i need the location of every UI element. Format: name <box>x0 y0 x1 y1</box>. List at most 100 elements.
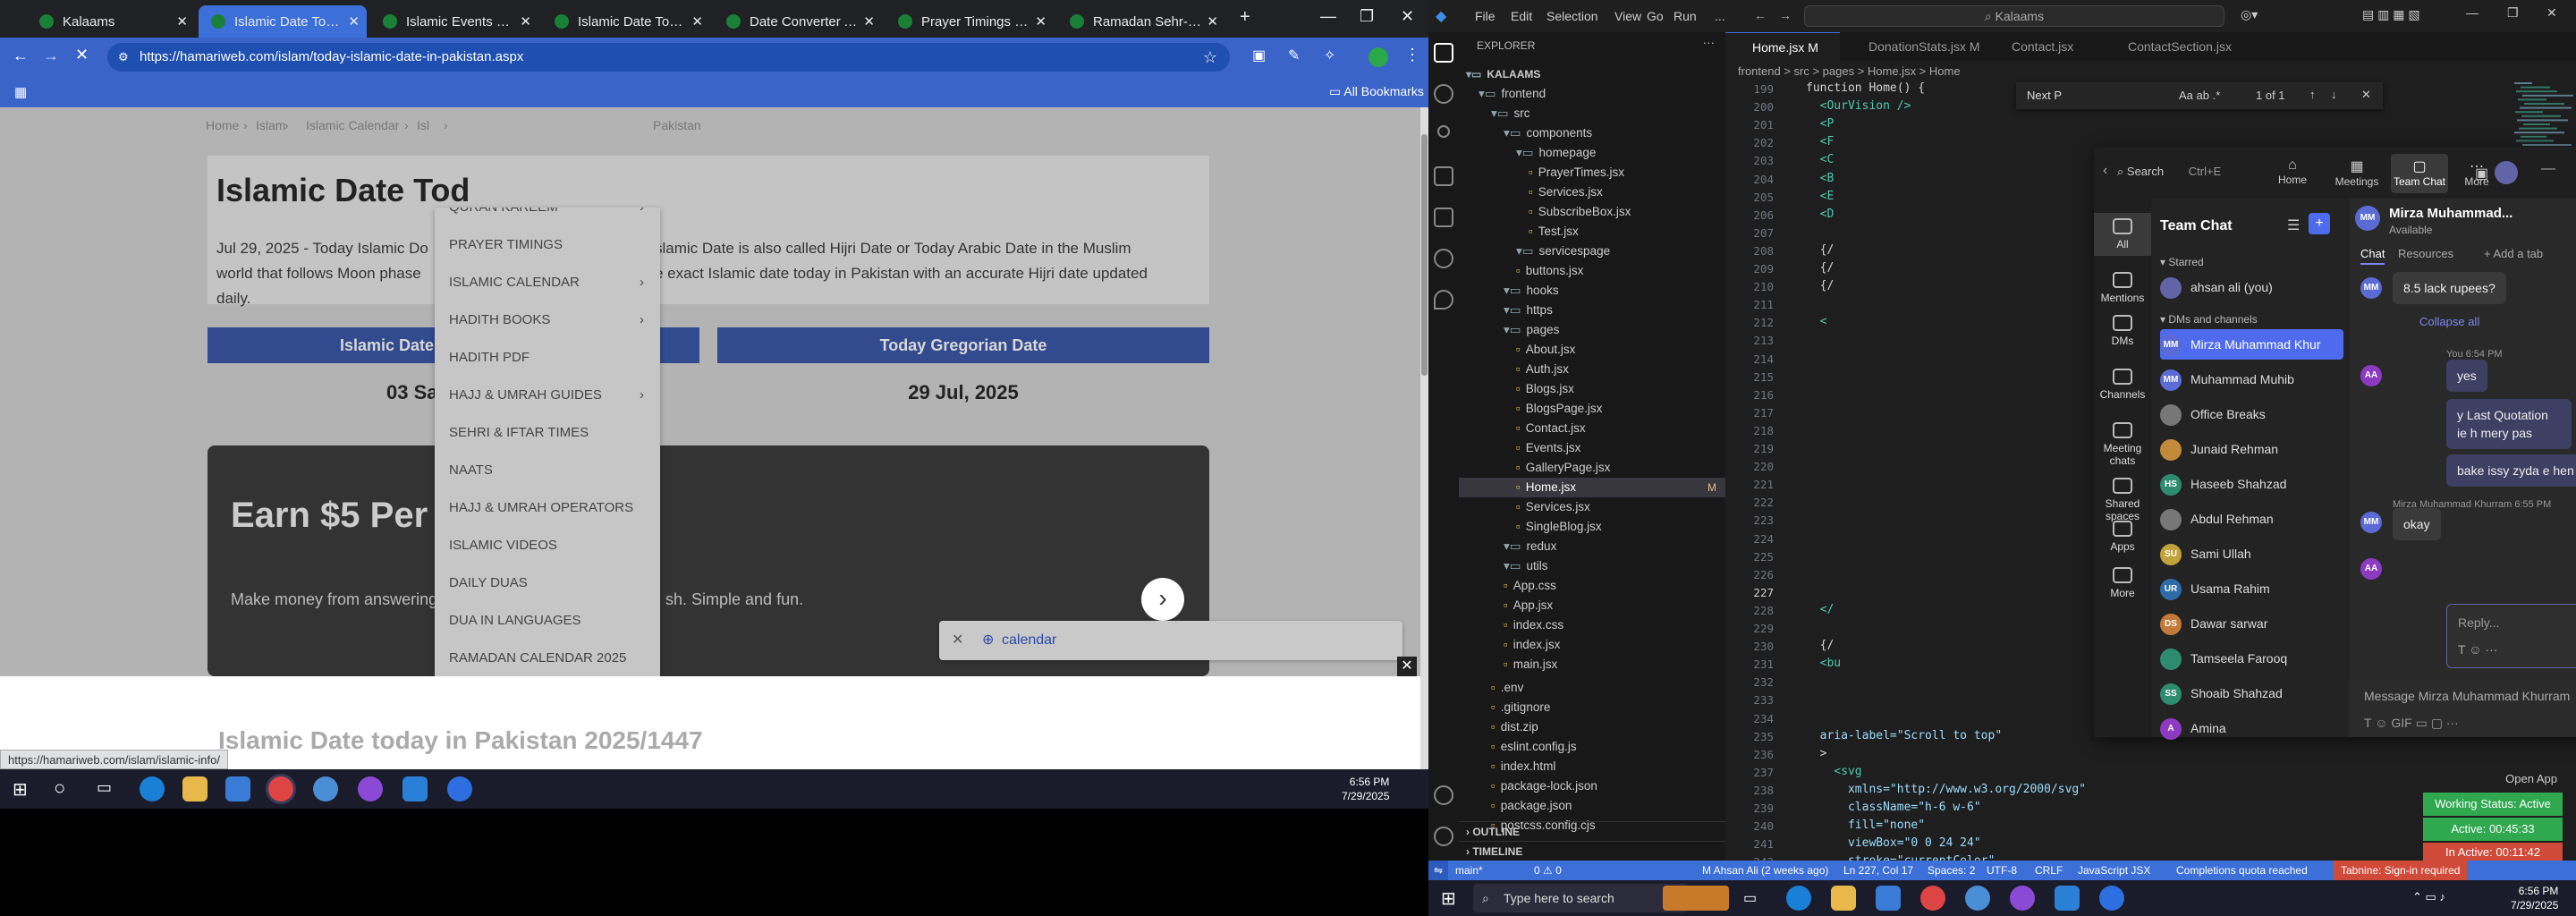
editor-tab[interactable]: Home.jsx M <box>1725 32 1840 61</box>
taskbar-search[interactable]: ⌕ Type here to search <box>1473 884 1688 912</box>
message-bubble[interactable]: y Last Quotation ie h mery pas <box>2446 399 2572 449</box>
git-blame[interactable]: M Ahsan Ali (2 weeks ago) <box>1702 861 1828 880</box>
tree-item[interactable]: ▫ SubscribeBox.jsx <box>1459 202 1725 222</box>
tree-item[interactable]: ▾▭ src <box>1459 104 1725 123</box>
find-prev-icon[interactable]: ↑ <box>2309 88 2316 101</box>
breadcrumb-link[interactable]: Islam <box>256 118 285 132</box>
menu-4[interactable]: Go <box>1647 9 1664 23</box>
zoom-icon[interactable] <box>447 776 472 802</box>
starred-header[interactable]: ▾ Starred <box>2160 256 2204 268</box>
search-icon[interactable] <box>1434 84 1453 104</box>
collapse-all[interactable]: Collapse all <box>2419 313 2479 331</box>
menu-item[interactable]: HAJJ & UMRAH OPERATORS <box>449 490 646 526</box>
menu-3[interactable]: View <box>1614 9 1641 23</box>
menu-item[interactable]: ISLAMIC VIDEOS <box>449 528 646 564</box>
tree-item[interactable]: ▾▭ homepage <box>1459 143 1725 163</box>
account-icon[interactable] <box>1434 785 1453 805</box>
tabnine[interactable]: Tabnine: Sign-in required <box>2334 861 2468 880</box>
find-options-icon[interactable]: Aa ab .* <box>2179 89 2220 102</box>
menu-2[interactable]: Selection <box>1546 9 1598 23</box>
close-icon[interactable]: ✕ <box>952 621 963 660</box>
settings-gear-icon[interactable] <box>1434 827 1453 846</box>
file-explorer-icon[interactable] <box>182 776 208 802</box>
starred-item[interactable]: ahsan ali (you) <box>2160 272 2343 302</box>
clock-right[interactable]: 6:56 PM 7/29/2025 <box>2511 884 2558 912</box>
branch[interactable]: main* <box>1455 861 1483 880</box>
close-window-icon[interactable]: ✕ <box>2546 5 2557 21</box>
tree-item[interactable]: ▫ .env <box>1459 678 1725 698</box>
tree-item[interactable]: ▫ Contact.jsx <box>1459 419 1725 438</box>
all-bookmarks[interactable]: ▭ All Bookmarks <box>1329 84 1424 99</box>
tree-item[interactable]: ▾▭ utils <box>1459 556 1725 576</box>
tab-close-icon[interactable]: ✕ <box>520 13 531 30</box>
contact-item[interactable]: MM Mirza Muhammad Khur <box>2160 329 2343 360</box>
tree-item[interactable]: ▫ Events.jsx <box>1459 438 1725 458</box>
rail-item[interactable]: Mentions <box>2094 272 2151 304</box>
menu-item[interactable]: HADITH PDF <box>449 340 646 376</box>
calendar-search-chip[interactable]: ✕ ⊕ calendar <box>939 621 1402 660</box>
puzzle-icon[interactable]: ✧ <box>1324 47 1335 64</box>
compose-tools-icon[interactable]: T ☺ GIF ▭ ▢ ··· <box>2364 716 2459 731</box>
close-ad-icon[interactable]: ✕ <box>1397 657 1417 676</box>
tray-icons[interactable]: ⌃ ▭ ♪ <box>2412 890 2445 904</box>
tree-item[interactable]: ▾▭ frontend <box>1459 84 1725 104</box>
layout-icon[interactable]: ▤ ▥ ▦ ▧ <box>2362 7 2420 22</box>
forward-icon[interactable]: → <box>43 47 59 65</box>
new-tab-icon[interactable]: + <box>1240 7 1250 28</box>
github-icon[interactable] <box>358 776 383 802</box>
tree-item[interactable]: ▫ SingleBlog.jsx <box>1459 517 1725 537</box>
maximize-icon[interactable]: ❐ <box>1360 7 1374 26</box>
command-search[interactable]: ⌕ Kalaams <box>1804 5 2224 27</box>
edge-icon[interactable] <box>140 776 165 802</box>
breadcrumb-link[interactable]: Home <box>206 118 239 132</box>
tiger-widget-image[interactable] <box>1663 886 1729 911</box>
contact-item[interactable]: Office Breaks <box>2160 399 2343 429</box>
dms-header[interactable]: ▾ DMs and channels <box>2160 313 2258 326</box>
tab-close-icon[interactable]: ✕ <box>1207 13 1218 30</box>
tree-item[interactable]: ▫ index.html <box>1459 757 1725 776</box>
windows-start-icon[interactable]: ⊞ <box>13 778 28 801</box>
new-chat-icon[interactable]: + <box>2309 213 2330 234</box>
menu-item[interactable]: NAATS <box>449 453 646 488</box>
menu-item[interactable]: HADITH BOOKS › <box>449 302 646 338</box>
back-icon[interactable]: ‹ <box>2103 163 2107 179</box>
timeline-section[interactable]: › TIMELINE <box>1459 841 1725 861</box>
file-explorer-icon[interactable] <box>1831 886 1856 911</box>
find-input[interactable]: Next P <box>2027 89 2161 102</box>
copilot-icon[interactable] <box>313 776 338 802</box>
chat-tab[interactable]: + Add a tab <box>2484 247 2543 260</box>
cursor-position[interactable]: Ln 227, Col 17 <box>1843 861 1913 880</box>
menu-item[interactable]: DAILY DUAS <box>449 565 646 601</box>
rail-item[interactable]: Shared spaces <box>2094 478 2151 522</box>
tree-item[interactable]: ▫ App.jsx <box>1459 596 1725 615</box>
search-icon[interactable]: ○ <box>54 776 65 800</box>
rail-item[interactable]: Apps <box>2094 521 2151 553</box>
open-app-label[interactable]: Open App <box>2423 768 2557 791</box>
tab-close-icon[interactable]: ✕ <box>1035 13 1046 30</box>
tree-item[interactable]: ▫ Home.jsx M <box>1459 478 1725 497</box>
vscode-icon[interactable] <box>2055 886 2080 911</box>
browser-tab[interactable]: Prayer Timings - Islam ✕ <box>886 5 1054 38</box>
breadcrumb-link[interactable]: Islamic Calendar <box>306 118 399 132</box>
teams-nav-2[interactable]: ▢ Team Chat <box>2391 154 2448 193</box>
menu-1[interactable]: Edit <box>1511 9 1532 23</box>
page-scrollbar[interactable] <box>1420 107 1428 769</box>
menu-item[interactable]: DUA IN LANGUAGES <box>449 603 646 639</box>
message-bubble[interactable]: yes <box>2446 360 2487 392</box>
contact-item[interactable]: SU Sami Ullah <box>2160 539 2343 569</box>
eol[interactable]: CRLF <box>2035 861 2063 880</box>
menu-item[interactable]: HAJJ & UMRAH GUIDES › <box>449 377 646 413</box>
source-control-icon[interactable] <box>1437 125 1450 138</box>
find-close-icon[interactable]: ✕ <box>2361 88 2371 102</box>
editor-tab[interactable]: ContactSection.jsx <box>2101 32 2253 61</box>
editor-tab[interactable]: DonationStats.jsx M <box>1842 32 1980 61</box>
tree-item[interactable]: ▫ eslint.config.js <box>1459 737 1725 757</box>
menu-item[interactable]: PRAYER TIMINGS <box>449 227 646 263</box>
contact-item[interactable]: A Amina <box>2160 713 2343 743</box>
menu-5[interactable]: Run <box>1674 9 1697 23</box>
forward-arrow-icon[interactable]: → <box>1779 8 1792 22</box>
minimize-icon[interactable]: — <box>2466 5 2479 20</box>
tree-item[interactable]: ▫ Services.jsx <box>1459 497 1725 517</box>
problems[interactable]: 0 ⚠ 0 <box>1534 861 1562 880</box>
browser-menu-icon[interactable]: ⋮ <box>1404 46 1420 64</box>
